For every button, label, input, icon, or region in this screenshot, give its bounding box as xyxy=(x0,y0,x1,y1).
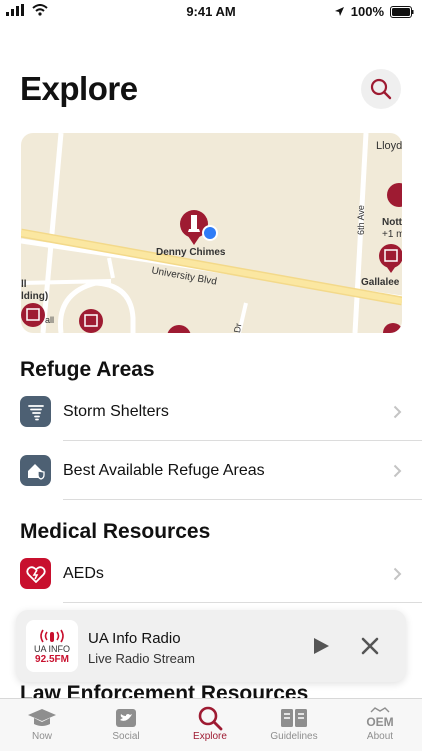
map-pin-south[interactable] xyxy=(79,309,103,333)
map-pin-bottom-right xyxy=(383,323,402,333)
list-item-label: Best Available Refuge Areas xyxy=(63,462,265,479)
aed-heart-icon xyxy=(20,558,51,589)
player-subtitle: Live Radio Stream xyxy=(88,651,195,666)
now-playing-bar[interactable]: UA INFO 92.5FM UA Info Radio Live Radio … xyxy=(16,610,406,682)
artwork-line-2: 92.5FM xyxy=(35,653,69,665)
list-item-label: Storm Shelters xyxy=(63,403,169,420)
tab-explore[interactable]: Explore xyxy=(168,705,252,742)
radio-tower-icon xyxy=(40,629,64,642)
tab-now[interactable]: Now xyxy=(0,705,84,742)
twitter-icon xyxy=(116,709,136,727)
radio-artwork: UA INFO 92.5FM xyxy=(26,620,78,672)
section-medical-resources: Medical Resources xyxy=(20,520,211,543)
tab-bar: Now Social Explore Guidelines OEM About xyxy=(0,698,422,751)
status-bar: 9:41 AM 100% xyxy=(0,0,422,24)
chevron-right-icon xyxy=(393,567,402,581)
location-arrow-icon xyxy=(334,7,344,16)
map-pin-east[interactable] xyxy=(387,183,402,207)
search-icon xyxy=(370,78,392,100)
map-pin-west[interactable] xyxy=(21,303,45,327)
tab-about[interactable]: OEM About xyxy=(338,705,422,742)
list-item-best-available-refuge-areas[interactable]: Best Available Refuge Areas xyxy=(20,442,422,500)
search-icon xyxy=(198,706,223,731)
map-label-notts: Nott xyxy=(382,217,402,228)
map-label-lloyd: Lloyd xyxy=(376,140,402,152)
map-label-building: ll xyxy=(21,279,27,290)
svg-text:OEM: OEM xyxy=(366,715,393,729)
tab-social[interactable]: Social xyxy=(84,705,168,742)
search-button[interactable] xyxy=(361,69,401,109)
list-item-label: AEDs xyxy=(63,565,104,582)
battery-icon xyxy=(390,5,414,18)
tab-label: Now xyxy=(31,731,52,742)
map-label-denny-chimes: Denny Chimes xyxy=(156,247,226,258)
divider xyxy=(63,499,422,500)
tab-label: Explore xyxy=(193,731,227,742)
play-button[interactable] xyxy=(311,636,331,656)
tab-label: About xyxy=(366,731,394,742)
map-label-6th-ave: 6th Ave xyxy=(355,205,366,235)
tab-label: Social xyxy=(112,731,140,742)
list-item-storm-shelters[interactable]: Storm Shelters xyxy=(20,383,422,441)
graduation-cap-icon xyxy=(28,709,56,726)
map-pin-bottom xyxy=(167,325,191,333)
tab-label: Guidelines xyxy=(270,731,318,742)
oem-logo-icon: OEM xyxy=(366,707,394,729)
map-pin-gallalee[interactable] xyxy=(379,244,402,273)
list-item-aeds[interactable]: AEDs xyxy=(20,545,422,603)
divider xyxy=(63,602,422,603)
house-shield-icon xyxy=(20,455,51,486)
chevron-right-icon xyxy=(393,405,402,419)
tab-guidelines[interactable]: Guidelines xyxy=(252,705,336,742)
campus-map[interactable]: Lloyd Denny Chimes University Blvd 6th A… xyxy=(21,133,402,333)
user-location-dot xyxy=(204,227,216,239)
map-pin-denny-chimes[interactable] xyxy=(180,210,208,245)
close-button[interactable] xyxy=(361,637,379,655)
battery-percent: 100% xyxy=(350,4,384,19)
map-label-hall: all xyxy=(45,315,55,325)
page-title: Explore xyxy=(20,70,138,107)
player-title: UA Info Radio xyxy=(88,630,181,647)
artwork-line-1: UA INFO xyxy=(33,643,70,654)
section-refuge-areas: Refuge Areas xyxy=(20,358,155,381)
map-label-dr: Dr xyxy=(232,322,244,333)
map-label-gallalee: Gallalee xyxy=(361,277,400,288)
tornado-icon xyxy=(20,396,51,427)
chevron-right-icon xyxy=(393,464,402,478)
book-icon xyxy=(281,709,307,727)
map-label-building-2: lding) xyxy=(21,291,49,302)
map-label-notts-more: +1 m xyxy=(382,229,402,240)
status-right: 100% xyxy=(334,4,414,19)
map-base xyxy=(21,133,402,333)
divider xyxy=(63,440,422,441)
